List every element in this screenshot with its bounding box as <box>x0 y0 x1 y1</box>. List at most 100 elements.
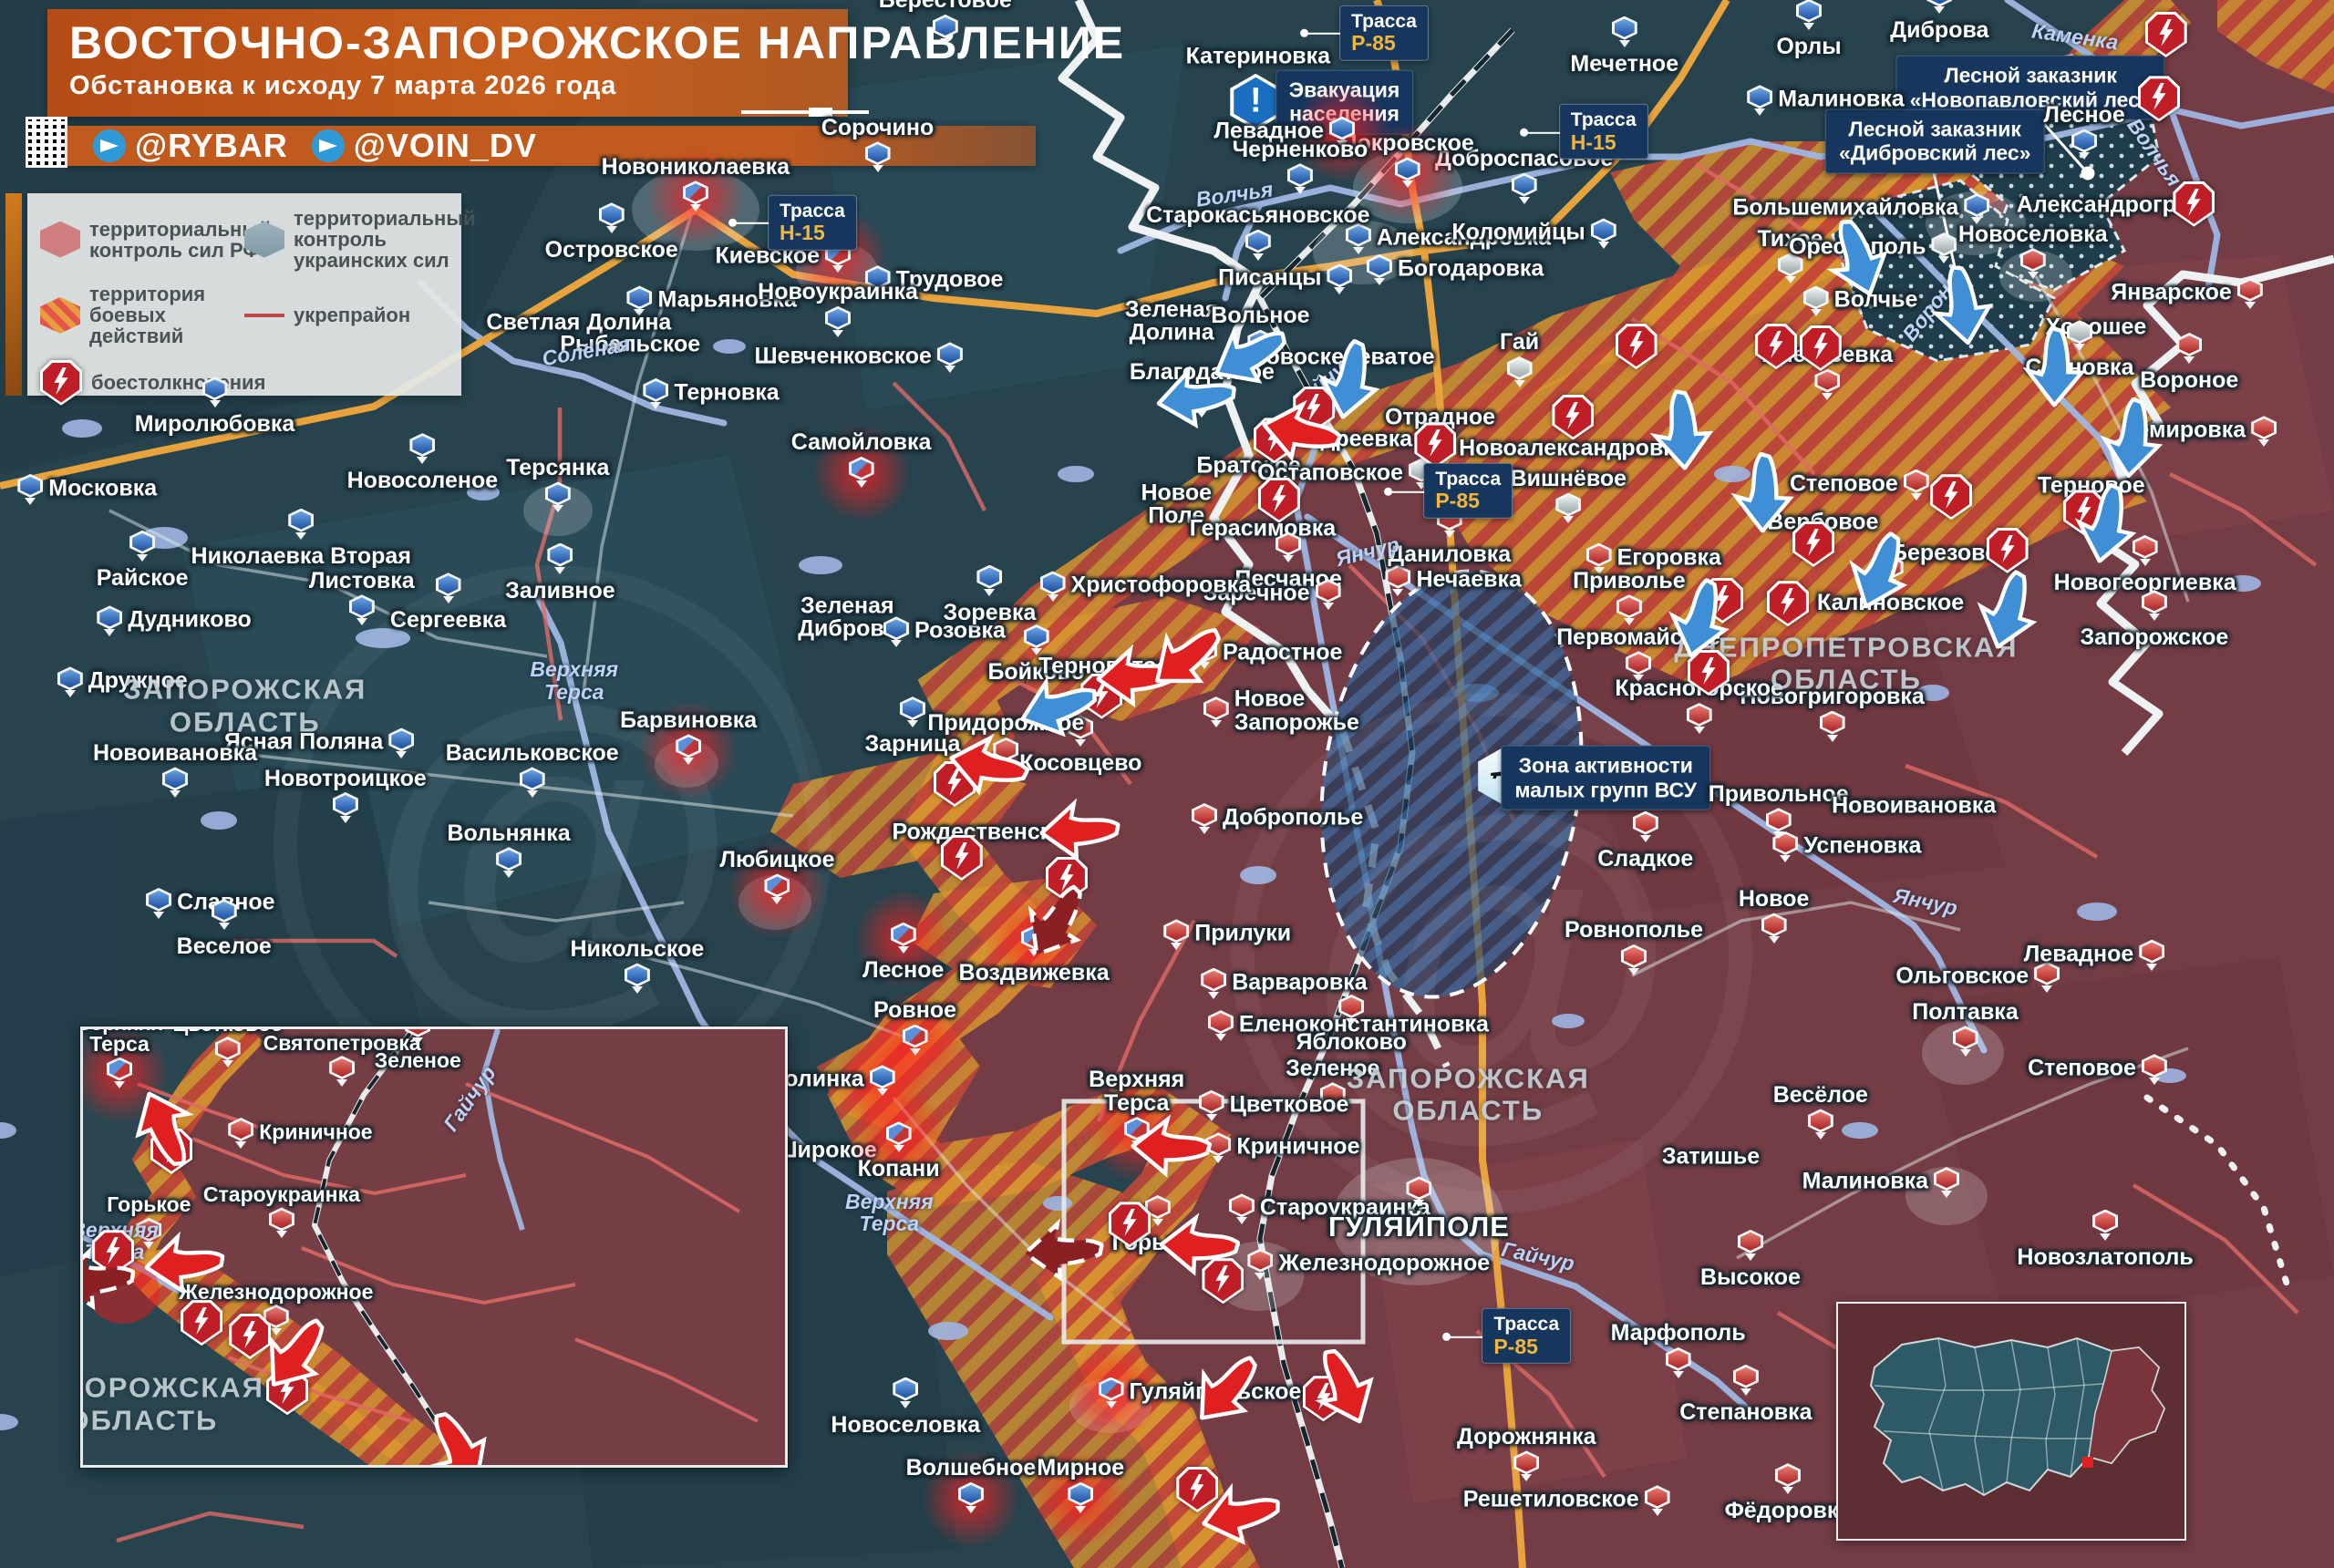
map-pin-ru <box>329 1056 355 1087</box>
place-name: Левадное <box>2024 943 2134 966</box>
map-pin-ru <box>1201 968 1226 999</box>
map-pin-ru <box>1513 1450 1539 1481</box>
place-name: Никольское <box>570 938 704 962</box>
map-pin-mix <box>1099 1377 1124 1408</box>
place-name: Берестовое <box>879 0 1012 13</box>
legend-combat-label: территория боевых действий <box>89 284 244 346</box>
place-name: Успеновка <box>1803 834 1921 858</box>
map-pin-ua <box>937 342 963 373</box>
place-name: Весёлое <box>1773 1084 1868 1108</box>
place-name: Даниловка <box>1388 543 1511 567</box>
telegram-channel: @VOIN_DV <box>312 127 537 165</box>
place-name: Доброполье <box>1223 806 1363 830</box>
map-pin-ru <box>1814 369 1840 400</box>
battle-clash-icon <box>1767 581 1809 626</box>
map-subtitle: Обстановка к исходу 7 марта 2026 года <box>69 71 826 101</box>
map-pin-ua <box>129 531 155 562</box>
place-name: Листовка <box>309 570 415 593</box>
place-name: Сорочино <box>821 117 935 140</box>
place-name: Новотроицкое <box>264 768 427 791</box>
map-pin-ua <box>436 573 461 603</box>
map-pin-grey <box>1507 356 1533 387</box>
attack-arrow-red <box>1157 1210 1243 1284</box>
map-pin-grey <box>1931 232 1957 263</box>
place-name: Степовое <box>1790 472 1898 496</box>
road-badge-code: Н-15 <box>1571 130 1637 153</box>
legend-combat-hex-icon <box>40 297 80 334</box>
road-badge-code: Р-85 <box>1435 490 1501 512</box>
place-name: Январское <box>2111 281 2232 304</box>
place-name: Московка <box>48 477 157 500</box>
map-pin-mix <box>764 873 790 904</box>
battle-clash-icon <box>2173 181 2215 227</box>
road-badge-word: Трасса <box>1493 1314 1559 1335</box>
place-name: Новое <box>1739 888 1810 912</box>
place-name: Вольнянка <box>448 822 571 846</box>
map-pin-ua <box>1591 218 1616 249</box>
map-pin-ru <box>1275 531 1301 562</box>
map-pin-ru <box>2139 940 2164 971</box>
place-name: Новоивановка <box>1832 794 1996 818</box>
map-pin-ru <box>1808 1109 1833 1140</box>
place-name: Новосоленое <box>347 469 499 493</box>
map-pin-ru <box>1738 1230 1763 1261</box>
place-name: Железнодорожное <box>1278 1252 1490 1275</box>
river-label: ВерхняяТерса <box>845 1190 934 1233</box>
map-pin-ua <box>976 565 1002 596</box>
map-pin-ru <box>1406 1176 1431 1207</box>
advance-arrow-blue <box>1662 573 1740 662</box>
place-name: Варваровка <box>1232 971 1368 995</box>
place-name: Катериновка <box>1186 45 1330 68</box>
place-name: Веселое <box>177 935 272 959</box>
road-badge-code: Р-85 <box>1493 1335 1559 1357</box>
place-name: Мечетное <box>1570 53 1678 77</box>
map-pin-ua <box>57 666 83 697</box>
telegram-icon <box>312 129 345 162</box>
road-badge-Р-85: ТрассаР-85 <box>1339 5 1429 60</box>
place-name: Вишнёвое <box>1511 468 1627 491</box>
place-name: Васильковское <box>446 742 619 766</box>
map-pin-ua <box>1287 163 1313 194</box>
place-name: ЗеленаяДиброва <box>798 594 896 641</box>
map-pin-ru <box>1775 1463 1801 1494</box>
place-name: Марфополь <box>1611 1322 1746 1346</box>
map-pin-ua <box>288 509 314 540</box>
place-name: Воздвижевка <box>959 962 1110 985</box>
place-name: НовоеЗапорожье <box>1234 688 1359 735</box>
map-pin-ru <box>1953 1026 1978 1057</box>
map-pin-ua <box>409 433 435 464</box>
vsu-activity-label: Зона активностималых групп ВСУ <box>1501 746 1710 810</box>
place-name: Зарница <box>865 733 961 757</box>
qr-code <box>26 117 67 168</box>
map-pin-ua <box>958 1482 984 1513</box>
map-pin-ru <box>1203 696 1229 727</box>
attack-arrow-red <box>946 729 1032 803</box>
map-pin-ru <box>1316 579 1341 610</box>
legend-ua-label: территориальный контроль украинских сил <box>294 208 476 271</box>
map-pin-ru <box>1733 1365 1759 1396</box>
map-pin-ua <box>1024 624 1049 655</box>
river-label: ВерхняяТерса <box>530 658 618 702</box>
place-name: Зоревка <box>943 602 1036 625</box>
legend-ua-hex-icon <box>244 222 284 258</box>
map-pin-ua <box>1926 0 1952 14</box>
map-pin-ru <box>1645 1485 1670 1516</box>
place-name: Мирное <box>1037 1457 1124 1480</box>
legend-rf-hex-icon <box>40 222 80 258</box>
map-pin-ua <box>1796 0 1822 30</box>
road-badge-Р-85: ТрассаР-85 <box>1423 463 1513 518</box>
map-pin-ru <box>1163 919 1189 950</box>
road-badge-word: Трасса <box>1351 11 1417 32</box>
region-label: ЗАПОРОЖСКАЯОБЛАСТЬ <box>123 673 367 738</box>
place-name: Дудниково <box>128 609 252 633</box>
place-name: Цветковое <box>1230 1093 1349 1117</box>
road-badge-Н-15: ТрассаН-15 <box>1559 104 1648 159</box>
place-name: Ровнополье <box>1565 919 1703 943</box>
map-pin-ua <box>202 377 228 407</box>
telegram-icon <box>93 129 126 162</box>
place-name: ЗеленаяДолина <box>1125 298 1219 345</box>
map-pin-ua <box>1512 173 1537 204</box>
attack-arrow-red <box>1259 396 1345 469</box>
place-name: Фёдоровка <box>1725 1500 1852 1523</box>
place-name: Ольговское <box>1895 965 2029 988</box>
